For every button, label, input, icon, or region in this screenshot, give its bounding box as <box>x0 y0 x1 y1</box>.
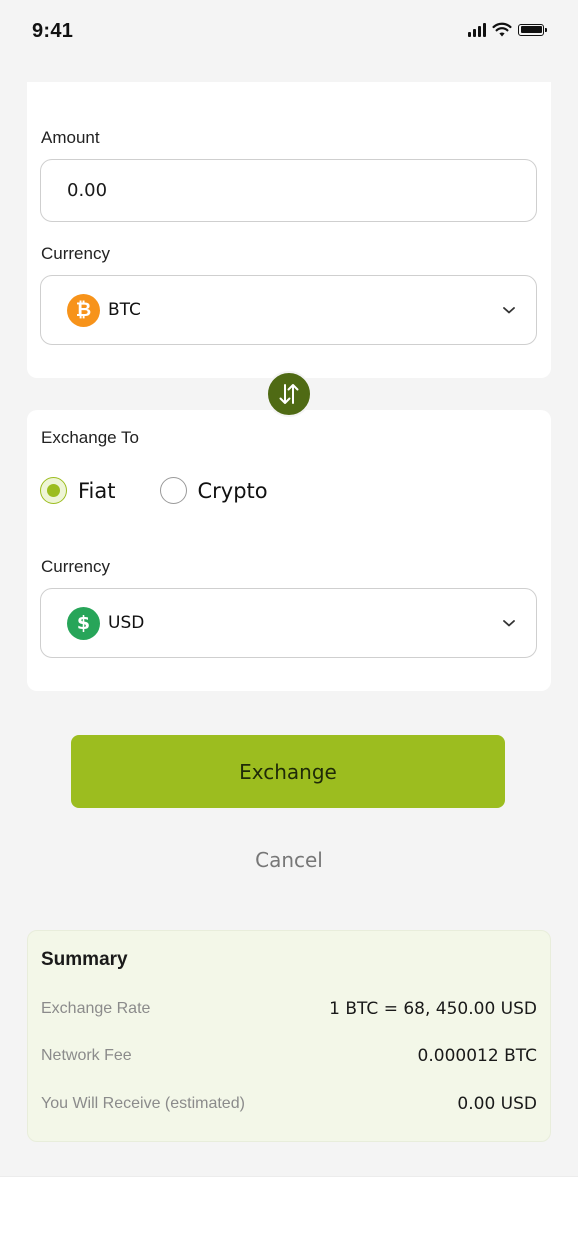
bottom-safe-area <box>0 1176 578 1248</box>
summary-panel: Summary Exchange Rate 1 BTC = 68, 450.00… <box>27 930 551 1142</box>
cancel-button[interactable]: Cancel <box>189 840 389 880</box>
chevron-down-icon <box>503 307 515 314</box>
summary-row-you-will-receive: You Will Receive (estimated) 0.00 USD <box>41 1094 537 1114</box>
amount-field-box <box>40 159 537 222</box>
to-currency-select[interactable]: $ USD <box>40 588 537 658</box>
summary-value: 1 BTC = 68, 450.00 USD <box>329 999 537 1019</box>
status-icons <box>468 22 547 37</box>
radio-crypto-circle[interactable] <box>159 477 187 504</box>
summary-value: 0.00 USD <box>457 1094 537 1114</box>
radio-fiat-label: Fiat <box>78 478 116 503</box>
summary-key: You Will Receive (estimated) <box>41 1095 245 1112</box>
amount-label: Amount <box>41 128 100 147</box>
amount-input[interactable] <box>41 160 536 221</box>
swap-currencies-button[interactable] <box>266 371 312 417</box>
summary-row-network-fee: Network Fee 0.000012 BTC <box>41 1046 537 1066</box>
swap-arrows-icon <box>279 384 299 404</box>
radio-fiat[interactable]: Fiat <box>40 477 116 504</box>
cellular-signal-icon <box>468 22 486 37</box>
status-time: 9:41 <box>32 20 74 42</box>
from-card: Amount Currency ₿ BTC <box>27 82 551 378</box>
summary-value: 0.000012 BTC <box>417 1046 537 1066</box>
summary-key: Network Fee <box>41 1047 132 1064</box>
summary-row-exchange-rate: Exchange Rate 1 BTC = 68, 450.00 USD <box>41 999 537 1019</box>
from-currency-label: Currency <box>41 244 110 263</box>
wifi-icon <box>492 22 512 37</box>
to-card: Exchange To Fiat Crypto Currency $ USD <box>27 410 551 691</box>
status-bar: 9:41 <box>0 0 578 64</box>
chevron-down-icon <box>503 620 515 627</box>
dollar-icon: $ <box>67 606 100 640</box>
radio-fiat-circle[interactable] <box>40 477 67 504</box>
exchange-type-radio-group: Fiat Crypto <box>40 477 312 504</box>
summary-title: Summary <box>41 949 128 970</box>
to-currency-value: USD <box>108 613 145 633</box>
exchange-button[interactable]: Exchange <box>71 735 505 808</box>
bitcoin-icon: ₿ <box>67 293 100 327</box>
to-currency-label: Currency <box>41 557 110 576</box>
exchange-to-label: Exchange To <box>41 428 139 447</box>
radio-crypto[interactable]: Crypto <box>159 477 268 504</box>
from-currency-select[interactable]: ₿ BTC <box>40 275 537 345</box>
from-currency-value: BTC <box>108 300 141 320</box>
battery-icon <box>518 23 547 36</box>
radio-crypto-label: Crypto <box>197 478 268 503</box>
summary-key: Exchange Rate <box>41 1000 151 1017</box>
